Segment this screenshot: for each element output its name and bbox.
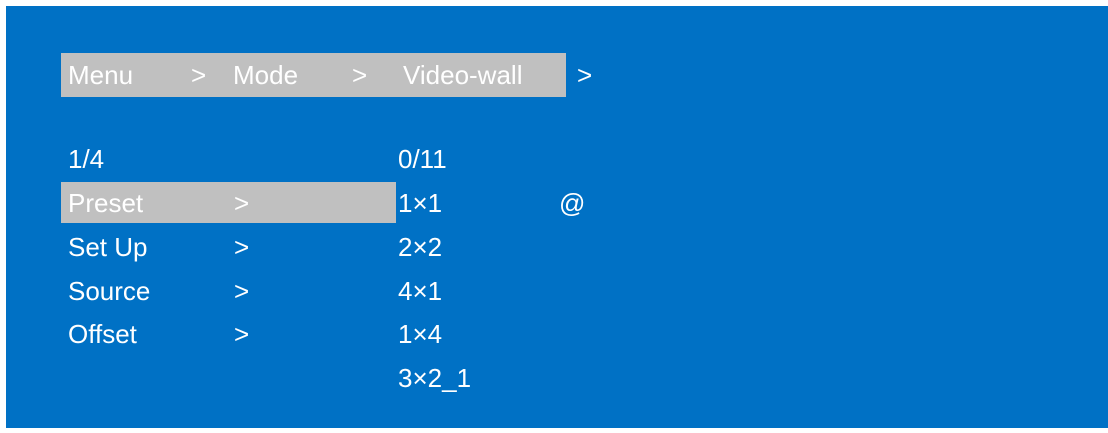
menu-item-set-up[interactable]: Set Up: [68, 227, 148, 267]
menu-page-indicator: 1/4: [68, 144, 105, 174]
menu-item-offset[interactable]: Offset: [68, 314, 137, 354]
preset-option-1x1[interactable]: 1×1: [398, 183, 442, 223]
menu-item-preset[interactable]: Preset: [68, 183, 143, 223]
osd-screen: Menu > Mode > Video-wall > 1/4 Preset > …: [6, 6, 1108, 428]
menu-item-arrow: >: [234, 188, 250, 218]
breadcrumb-item-mode[interactable]: Mode: [233, 55, 298, 95]
breadcrumb-item-menu[interactable]: Menu: [68, 55, 133, 95]
preset-option-2x2[interactable]: 2×2: [398, 227, 442, 267]
breadcrumb-item-video-wall[interactable]: Video-wall: [403, 55, 522, 95]
preset-option-3x2-1[interactable]: 3×2_1: [398, 358, 471, 398]
breadcrumb-separator: >: [352, 60, 368, 90]
breadcrumb-separator: >: [191, 60, 207, 90]
preset-option-1x4[interactable]: 1×4: [398, 314, 442, 354]
menu-item-arrow: >: [234, 276, 250, 306]
active-preset-marker: @: [559, 188, 586, 218]
breadcrumb-separator: >: [577, 60, 593, 90]
menu-item-source[interactable]: Source: [68, 271, 150, 311]
preset-page-indicator: 0/11: [398, 144, 447, 174]
preset-option-4x1[interactable]: 4×1: [398, 271, 442, 311]
menu-item-arrow: >: [234, 232, 250, 262]
menu-item-arrow: >: [234, 319, 250, 349]
